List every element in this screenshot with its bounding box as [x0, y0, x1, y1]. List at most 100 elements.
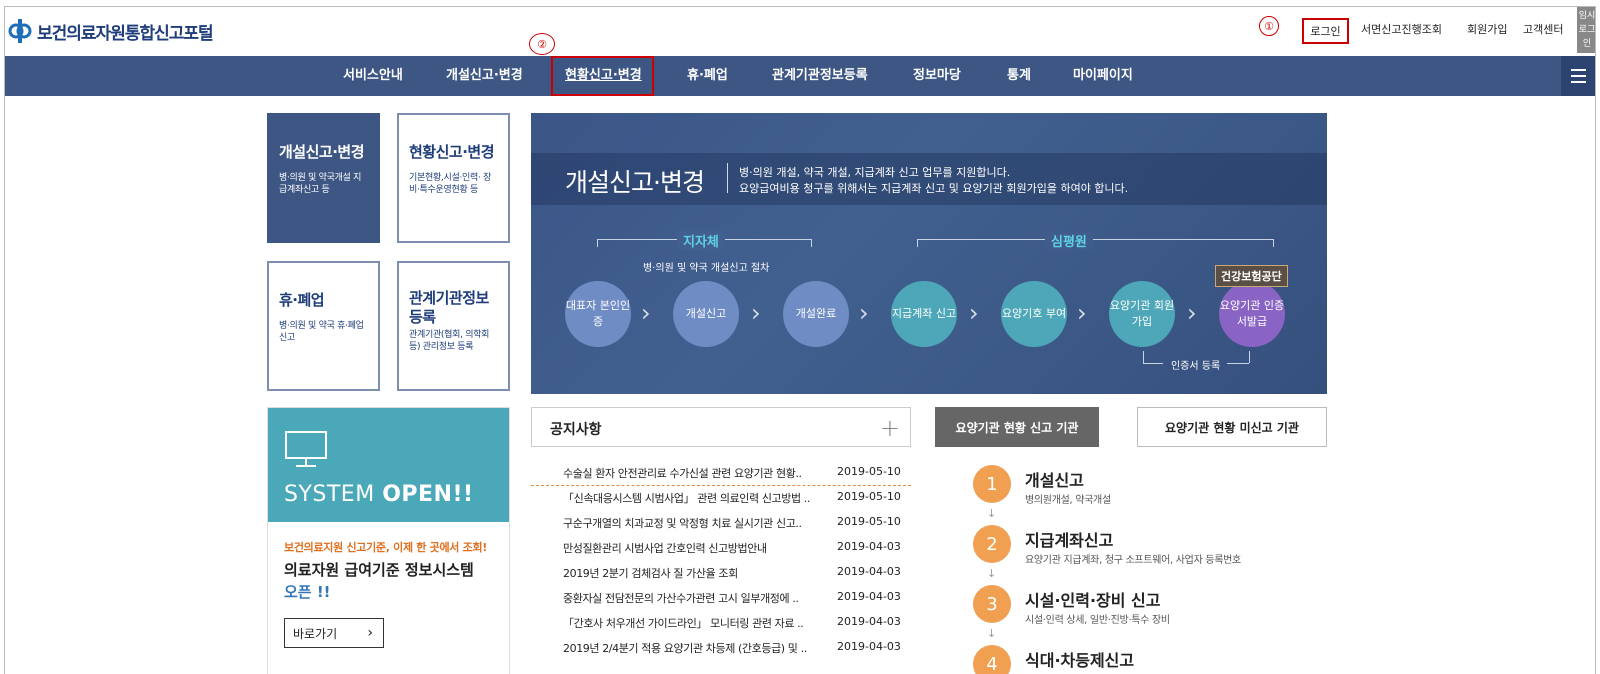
notice-item[interactable]: 「간호사 처우개선 가이드라인」 모니터링 관련 자료 .. 2019-04-03 [531, 611, 911, 636]
goto-button[interactable]: 바로가기 › [284, 618, 384, 648]
step-arrow-icon: › [751, 299, 761, 327]
notice-item-title: 만성질환관리 시범사업 간호인력 신고방법안내 [563, 542, 767, 555]
service-status-report[interactable]: 현황신고·변경 기본현황,시설·인력· 장비·특수운영현황 등 [397, 113, 510, 243]
step-identity-auth: 대표자 본인인증 [565, 281, 631, 347]
nav-closure[interactable]: 휴·폐업 [687, 56, 728, 96]
nav-statistics[interactable]: 통계 [1007, 56, 1031, 96]
notice-item[interactable]: 2019년 2분기 검체검사 질 가산율 조회 2019-04-03 [531, 561, 911, 586]
step-desc: 요양기관 지급계좌, 청구 소프트웨어, 사업자 등록번호 [1025, 555, 1241, 566]
notice-item-title: 수술실 환자 안전관리료 수가신설 관련 요양기관 현황.. [563, 467, 802, 480]
nav-open-report[interactable]: 개설신고·변경 [446, 56, 523, 96]
cert-tick [1249, 351, 1250, 363]
service-title: 휴·폐업 [279, 291, 325, 309]
nav-info-yard[interactable]: 정보마당 [913, 56, 961, 96]
step-title[interactable]: 시설·인력·장비 신고 [1025, 587, 1161, 611]
cert-line [1143, 363, 1163, 364]
step-title[interactable]: 개설신고 [1025, 467, 1084, 491]
service-desc: 병·의원 및 약국 휴·폐업 신고 [279, 321, 364, 343]
step-number-badge: 4 [973, 645, 1011, 674]
plus-icon[interactable]: + [880, 414, 900, 442]
nav-highlight-box [551, 56, 654, 96]
notice-item[interactable]: 구순구개열의 치과교정 및 악정형 치료 실시기관 신고.. 2019-05-10 [531, 511, 911, 536]
system-headline: 의료자원 급여기준 정보시스템 오픈 !! [284, 559, 474, 603]
annotation-marker-2: ② [529, 33, 555, 55]
monitor-icon [285, 431, 327, 467]
step-arrow-icon: › [859, 299, 869, 327]
notice-item-title: 중환자실 전담전문의 가산수가관련 고시 일부개정에 .. [563, 592, 799, 605]
login-link[interactable]: 로그인 [1302, 18, 1349, 44]
service-title: 관계기관정보 등록 [409, 289, 489, 326]
support-link[interactable]: 고객센터 [1523, 21, 1563, 37]
group-label-hira: 심평원 [1045, 231, 1093, 250]
notice-item-date: 2019-04-03 [837, 540, 901, 553]
notice-item-date: 2019-04-03 [837, 640, 901, 653]
paper-status-link[interactable]: 서면신고진행조회 [1361, 21, 1442, 37]
logo-icon [8, 19, 32, 43]
group-bracket-tick [597, 239, 598, 247]
system-open-visual: SYSTEM OPEN!! [268, 408, 509, 522]
main-nav: 서비스안내 개설신고·변경 현황신고·변경 휴·폐업 관계기관정보등록 정보마당… [5, 56, 1595, 96]
tab-reported-agencies[interactable]: 요양기관 현황 신고 기관 [935, 407, 1099, 447]
group-bracket-tick [1273, 239, 1274, 247]
system-headline-line: 오픈 !! [284, 583, 331, 601]
nav-agency-info[interactable]: 관계기관정보등록 [772, 56, 868, 96]
tab-unreported-agencies[interactable]: 요양기관 현황 미신고 기관 [1137, 407, 1327, 447]
service-agency-info[interactable]: 관계기관정보 등록 관계기관(협회, 의학회 등) 관리정보 등록 [397, 261, 510, 391]
group-bracket-tick [917, 239, 918, 247]
nhis-badge: 건강보험공단 [1215, 265, 1288, 287]
logo[interactable]: 보건의료자원통합신고포털 [7, 17, 214, 45]
step-desc: 병의원개설, 약국개설 [1025, 495, 1111, 506]
system-open-prefix: SYSTEM [284, 482, 383, 507]
step-open-complete: 개설완료 [783, 281, 849, 347]
group-bracket-tick [811, 239, 812, 247]
service-desc: 관계기관(협회, 의학회 등) 관리정보 등록 [409, 330, 490, 352]
notice-header: 공지사항 + [531, 407, 911, 447]
service-title: 개설신고·변경 [279, 143, 365, 161]
banner-desc-line: 요양급여비용 청구를 위해서는 지급계좌 신고 및 요양기관 회원가입을 하여야… [739, 182, 1129, 195]
notice-item-title: 「신속대응시스템 시범사업」 관련 의료인력 신고방법 .. [563, 492, 810, 505]
down-arrow-icon: ↓ [987, 627, 997, 640]
notice-item[interactable]: 「신속대응시스템 시범사업」 관련 의료인력 신고방법 .. 2019-05-10 [531, 486, 911, 511]
step-number-badge: 1 [973, 465, 1011, 503]
step-title[interactable]: 지급계좌신고 [1025, 527, 1113, 551]
service-closure[interactable]: 휴·폐업 병·의원 및 약국 휴·폐업 신고 [267, 261, 380, 391]
step-number-badge: 2 [973, 525, 1011, 563]
notice-item[interactable]: 만성질환관리 시범사업 간호인력 신고방법안내 2019-04-03 [531, 536, 911, 561]
service-desc: 기본현황,시설·인력· 장비·특수운영현황 등 [409, 173, 492, 195]
step-account-report: 지급계좌 신고 [891, 281, 957, 347]
banner-desc-line: 병·의원 개설, 약국 개설, 지급계좌 신고 업무를 지원합니다. [739, 166, 1011, 179]
menu-icon[interactable] [1561, 56, 1595, 96]
system-notice-text: 보건의료지원 신고기준, 이제 한 곳에서 조회! [284, 541, 488, 554]
step-cert-issue: 요양기관 인증서발급 [1219, 281, 1285, 347]
service-title: 현황신고·변경 [409, 143, 495, 161]
notice-item-title: 구순구개열의 치과교정 및 악정형 치료 실시기관 신고.. [563, 517, 802, 530]
system-open-text: SYSTEM OPEN!! [284, 482, 474, 507]
annotation-marker-1: ① [1259, 16, 1279, 36]
temp-login-button[interactable]: 임시 로그인 [1577, 7, 1595, 53]
down-arrow-icon: ↓ [987, 567, 997, 580]
notice-item-date: 2019-05-10 [837, 465, 901, 478]
signup-link[interactable]: 회원가입 [1467, 21, 1507, 37]
group-label-local-gov: 지자체 [677, 231, 725, 250]
step-title[interactable]: 식대·차등제신고 [1025, 647, 1134, 671]
notice-item-title: 2019년 2/4분기 적용 요양기관 차등제 (간호등급) 및 .. [563, 642, 807, 655]
notice-item[interactable]: 수술실 환자 안전관리료 수가신설 관련 요양기관 현황.. 2019-05-10 [531, 461, 911, 486]
step-open-report: 개설신고 [673, 281, 739, 347]
system-open-banner[interactable]: SYSTEM OPEN!! 보건의료지원 신고기준, 이제 한 곳에서 조회! … [267, 407, 510, 674]
notice-item[interactable]: 중환자실 전담전문의 가산수가관련 고시 일부개정에 .. 2019-04-03 [531, 586, 911, 611]
step-arrow-icon: › [1077, 299, 1087, 327]
nav-service-info[interactable]: 서비스안내 [343, 56, 403, 96]
step-arrow-icon: › [641, 299, 651, 327]
process-banner: 개설신고·변경 병·의원 개설, 약국 개설, 지급계좌 신고 업무를 지원합니… [531, 113, 1327, 394]
step-code-assign: 요양기호 부여 [1001, 281, 1067, 347]
system-open-bold: OPEN!! [382, 482, 474, 507]
notice-title: 공지사항 [550, 422, 602, 438]
service-open-report[interactable]: 개설신고·변경 병·의원 및 약국개설 지급계좌신고 등 [267, 113, 380, 243]
banner-divider [727, 163, 728, 193]
notice-item-date: 2019-04-03 [837, 590, 901, 603]
notice-item-date: 2019-04-03 [837, 615, 901, 628]
system-headline-line: 의료자원 급여기준 정보시스템 [284, 561, 474, 579]
notice-item[interactable]: 2019년 2/4분기 적용 요양기관 차등제 (간호등급) 및 .. 2019-… [531, 636, 911, 661]
nav-my-page[interactable]: 마이페이지 [1073, 56, 1133, 96]
header: 보건의료자원통합신고포털 ① 로그인 서면신고진행조회 회원가입 고객센터 임시… [5, 7, 1595, 56]
